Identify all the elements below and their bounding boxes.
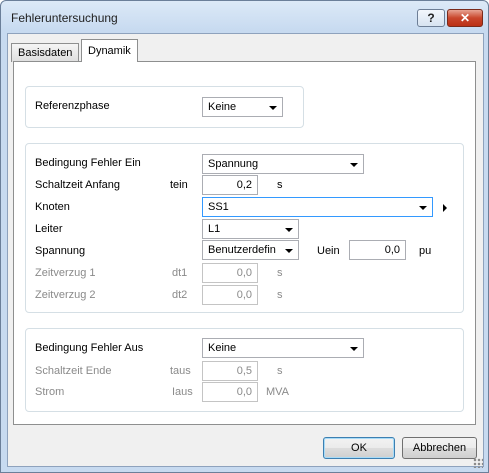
tab-basisdaten[interactable]: Basisdaten: [11, 43, 80, 62]
node-value: SS1: [208, 201, 229, 213]
tab-dynamik[interactable]: Dynamik: [81, 39, 138, 62]
current-input: 0,0: [202, 382, 258, 402]
delay2-input: 0,0: [202, 285, 258, 305]
current-symbol: Iaus: [172, 386, 193, 398]
switch-time-start-symbol: tein: [170, 179, 188, 191]
switch-time-end-input: 0,5: [202, 361, 258, 381]
current-unit: MVA: [266, 386, 290, 398]
delay1-input: 0,0: [202, 263, 258, 283]
window-title: Fehleruntersuchung: [11, 11, 118, 25]
conductor-select[interactable]: L1: [202, 219, 299, 239]
fault-on-condition-select[interactable]: Spannung: [202, 154, 364, 174]
switch-time-start-label: Schaltzeit Anfang: [35, 179, 121, 191]
voltage-value: Benutzerdefin: [208, 244, 276, 256]
delay2-symbol: dt2: [172, 289, 188, 301]
ok-button[interactable]: OK: [323, 437, 395, 459]
chevron-down-icon: [269, 106, 277, 110]
fault-off-condition-value: Keine: [208, 342, 237, 354]
delay2-label: Zeitverzug 2: [35, 289, 96, 301]
node-label: Knoten: [35, 201, 70, 213]
reference-phase-value: Keine: [208, 101, 237, 113]
conductor-label: Leiter: [35, 223, 63, 235]
expand-arrow-icon[interactable]: [443, 204, 447, 212]
switch-time-end-label: Schaltzeit Ende: [35, 365, 112, 377]
switch-time-start-unit: s: [277, 179, 283, 191]
chevron-down-icon: [350, 163, 358, 167]
fault-off-condition-select[interactable]: Keine: [202, 338, 364, 358]
fault-on-condition-value: Spannung: [208, 158, 259, 170]
reference-phase-select[interactable]: Keine: [202, 97, 283, 117]
u-ein-unit: pu: [419, 245, 432, 257]
voltage-select[interactable]: Benutzerdefin: [202, 240, 299, 260]
fault-off-condition-label: Bedingung Fehler Aus: [35, 342, 144, 354]
fault-on-condition-label: Bedingung Fehler Ein: [35, 157, 141, 169]
close-button[interactable]: ✕: [447, 9, 483, 27]
voltage-label: Spannung: [35, 245, 86, 257]
conductor-value: L1: [208, 223, 221, 235]
delay1-symbol: dt1: [172, 267, 188, 279]
node-select[interactable]: SS1: [202, 197, 433, 217]
chevron-down-icon: [285, 228, 293, 232]
chevron-down-icon: [285, 249, 293, 253]
u-ein-symbol: Uein: [317, 245, 340, 257]
chevron-down-icon: [350, 347, 358, 351]
title-bar: Fehleruntersuchung ? ✕: [1, 1, 488, 35]
delay2-unit: s: [277, 289, 283, 301]
delay1-label: Zeitverzug 1: [35, 267, 96, 279]
cancel-button[interactable]: Abbrechen: [402, 437, 477, 459]
u-ein-input[interactable]: 0,0: [349, 240, 406, 260]
dialog-window: Fehleruntersuchung ? ✕ Basisdaten Dynami…: [0, 0, 489, 473]
switch-time-end-symbol: taus: [170, 365, 191, 377]
current-label: Strom: [35, 386, 65, 398]
switch-time-end-unit: s: [277, 365, 283, 377]
help-button[interactable]: ?: [417, 9, 445, 27]
delay1-unit: s: [277, 267, 283, 279]
resize-grip-icon[interactable]: [473, 458, 483, 468]
reference-phase-label: Referenzphase: [35, 100, 110, 112]
switch-time-start-input[interactable]: 0,2: [202, 175, 258, 195]
chevron-down-icon: [419, 206, 427, 210]
